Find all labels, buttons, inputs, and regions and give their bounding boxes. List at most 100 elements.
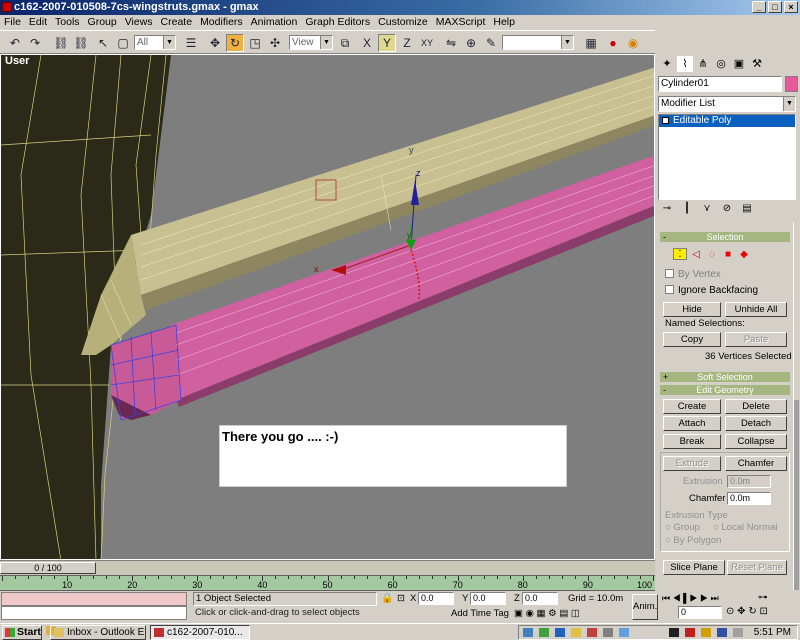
tray-folder-icon[interactable] — [571, 628, 581, 637]
make-unique-icon[interactable]: ⋎ — [701, 203, 713, 214]
local-normal-radio[interactable]: ○ Local Normal — [713, 522, 777, 534]
utilities-tab-icon[interactable]: ⚒ — [749, 56, 765, 72]
paste-button[interactable]: Paste — [725, 332, 787, 347]
lock-selection-icon[interactable]: 🔒 — [381, 593, 393, 605]
add-time-tag[interactable]: Add Time Tag — [451, 608, 509, 620]
expand-icon[interactable] — [662, 117, 669, 124]
playback-controls[interactable]: ⏮ ◀ ▌▶ ▶ ⏭ — [662, 592, 719, 604]
use-pivot-icon[interactable]: ⧉ — [336, 34, 354, 52]
delete-button[interactable]: Delete — [725, 399, 787, 414]
create-button[interactable]: Create — [663, 399, 721, 414]
by-vertex-checkbox[interactable]: By Vertex — [665, 269, 721, 281]
restrict-xy-icon[interactable]: XY — [418, 34, 436, 52]
quick-render-icon[interactable]: ◉ — [624, 34, 642, 52]
element-icon[interactable]: ◆ — [737, 249, 751, 261]
material-editor-icon[interactable]: ▦ — [582, 34, 600, 52]
tray-app-icon[interactable] — [685, 628, 695, 637]
tray-volume-icon[interactable] — [733, 628, 743, 637]
motion-tab-icon[interactable]: ◎ — [713, 56, 729, 72]
by-polygon-radio[interactable]: ○ By Polygon — [665, 535, 721, 547]
task-gmax[interactable]: c162-2007-010... — [150, 625, 250, 640]
stack-item-editable-poly[interactable]: Editable Poly — [659, 115, 795, 127]
menu-tools[interactable]: Tools — [51, 15, 84, 30]
menu-create[interactable]: Create — [157, 15, 197, 30]
restrict-z-icon[interactable]: Z — [398, 34, 416, 52]
x-coord-field[interactable]: 0.0 — [418, 592, 454, 605]
tray-app-icon[interactable] — [669, 628, 679, 637]
unlink-selection-icon[interactable]: ⛓ — [72, 34, 90, 52]
panel-scrollbar[interactable] — [793, 222, 799, 590]
menu-customize[interactable]: Customize — [374, 15, 432, 30]
time-slider-thumb[interactable]: 0 / 100 — [0, 562, 96, 574]
group-radio[interactable]: ○ Group — [665, 522, 700, 534]
menu-maxscript[interactable]: MAXScript — [432, 15, 490, 30]
polygon-icon[interactable]: ■ — [721, 249, 735, 261]
named-selection-icon[interactable]: ✎ — [482, 34, 500, 52]
task-outlook[interactable]: Inbox - Outlook E... — [50, 625, 146, 640]
menu-file[interactable]: File — [0, 15, 25, 30]
maxscript-listener[interactable] — [1, 592, 187, 606]
slice-plane-button[interactable]: Slice Plane — [663, 560, 725, 575]
region-select-icon[interactable]: ▢ — [114, 34, 132, 52]
select-object-icon[interactable]: ↖ — [94, 34, 112, 52]
attach-button[interactable]: Attach — [663, 416, 721, 431]
tray-app-icon[interactable] — [587, 628, 597, 637]
display-tab-icon[interactable]: ▣ — [731, 56, 747, 72]
minimize-button[interactable]: _ — [752, 1, 766, 13]
modify-tab-icon[interactable]: ⌇ — [677, 56, 693, 72]
select-by-name-icon[interactable]: ☰ — [182, 34, 200, 52]
viewport-label[interactable]: User — [5, 55, 29, 67]
maximize-button[interactable]: □ — [768, 1, 782, 13]
timeline-ruler[interactable]: 10 20 30 40 50 60 70 80 90 100 — [0, 575, 655, 591]
selection-filter-dropdown[interactable]: All ▼ — [134, 35, 176, 50]
break-button[interactable]: Break — [663, 434, 721, 449]
start-button[interactable]: Start — [2, 625, 42, 640]
close-button[interactable]: × — [784, 1, 798, 13]
hide-button[interactable]: Hide — [663, 302, 721, 317]
soft-selection-rollout-header[interactable]: + Soft Selection — [660, 372, 790, 382]
chamfer-spinner[interactable]: 0.0m — [727, 492, 771, 505]
maxscript-input[interactable] — [1, 606, 187, 620]
select-and-link-icon[interactable]: ⛓ — [52, 34, 70, 52]
menu-graph-editors[interactable]: Graph Editors — [301, 15, 374, 30]
tray-app-icon[interactable] — [539, 628, 549, 637]
menu-group[interactable]: Group — [84, 15, 121, 30]
detach-button[interactable]: Detach — [725, 416, 787, 431]
current-frame-field[interactable]: 0 — [678, 606, 722, 619]
tray-network-icon[interactable] — [523, 628, 533, 637]
hierarchy-tab-icon[interactable]: ⋔ — [695, 56, 711, 72]
reference-coord-dropdown[interactable]: View ▼ — [289, 35, 333, 50]
collapse-button[interactable]: Collapse — [725, 434, 787, 449]
select-and-rotate-icon[interactable]: ↻ — [226, 34, 244, 52]
restrict-x-icon[interactable]: X — [358, 34, 376, 52]
reset-plane-button[interactable]: Reset Plane — [727, 560, 787, 575]
extrusion-spinner[interactable]: 0.0m — [727, 475, 771, 488]
undo-icon[interactable]: ↶ — [6, 34, 24, 52]
edit-geometry-rollout-header[interactable]: - Edit Geometry — [660, 385, 790, 395]
render-scene-icon[interactable]: ● — [604, 34, 622, 52]
redo-icon[interactable]: ↷ — [26, 34, 44, 52]
object-color-swatch[interactable] — [785, 76, 798, 92]
show-end-result-icon[interactable]: ┃ — [681, 203, 693, 214]
ignore-backfacing-checkbox[interactable]: Ignore Backfacing — [665, 285, 758, 297]
tray-app-icon[interactable] — [619, 628, 629, 637]
object-name-field[interactable]: Cylinder01 — [658, 76, 782, 92]
menu-edit[interactable]: Edit — [25, 15, 51, 30]
menu-views[interactable]: Views — [121, 15, 157, 30]
mirror-icon[interactable]: ⇋ — [442, 34, 460, 52]
copy-button[interactable]: Copy — [663, 332, 721, 347]
time-tag-icons[interactable]: ▣ ◉ ▦ ⚙ ▤ ◫ — [514, 608, 580, 620]
vertex-icon[interactable]: ⁚ — [673, 248, 687, 260]
tray-app-icon[interactable] — [701, 628, 711, 637]
tray-app-icon[interactable] — [555, 628, 565, 637]
panel-scroll-thumb[interactable] — [794, 400, 799, 590]
select-and-move-icon[interactable]: ✥ — [206, 34, 224, 52]
extrude-button[interactable]: Extrude — [663, 456, 721, 471]
z-coord-field[interactable]: 0.0 — [522, 592, 558, 605]
y-coord-field[interactable]: 0.0 — [470, 592, 506, 605]
pivot-center-icon[interactable]: ✣ — [266, 34, 284, 52]
named-selection-dropdown[interactable]: ▼ — [502, 35, 574, 50]
animate-button[interactable]: Anim. — [632, 594, 658, 620]
select-and-scale-icon[interactable]: ◳ — [246, 34, 264, 52]
tray-app-icon[interactable] — [717, 628, 727, 637]
